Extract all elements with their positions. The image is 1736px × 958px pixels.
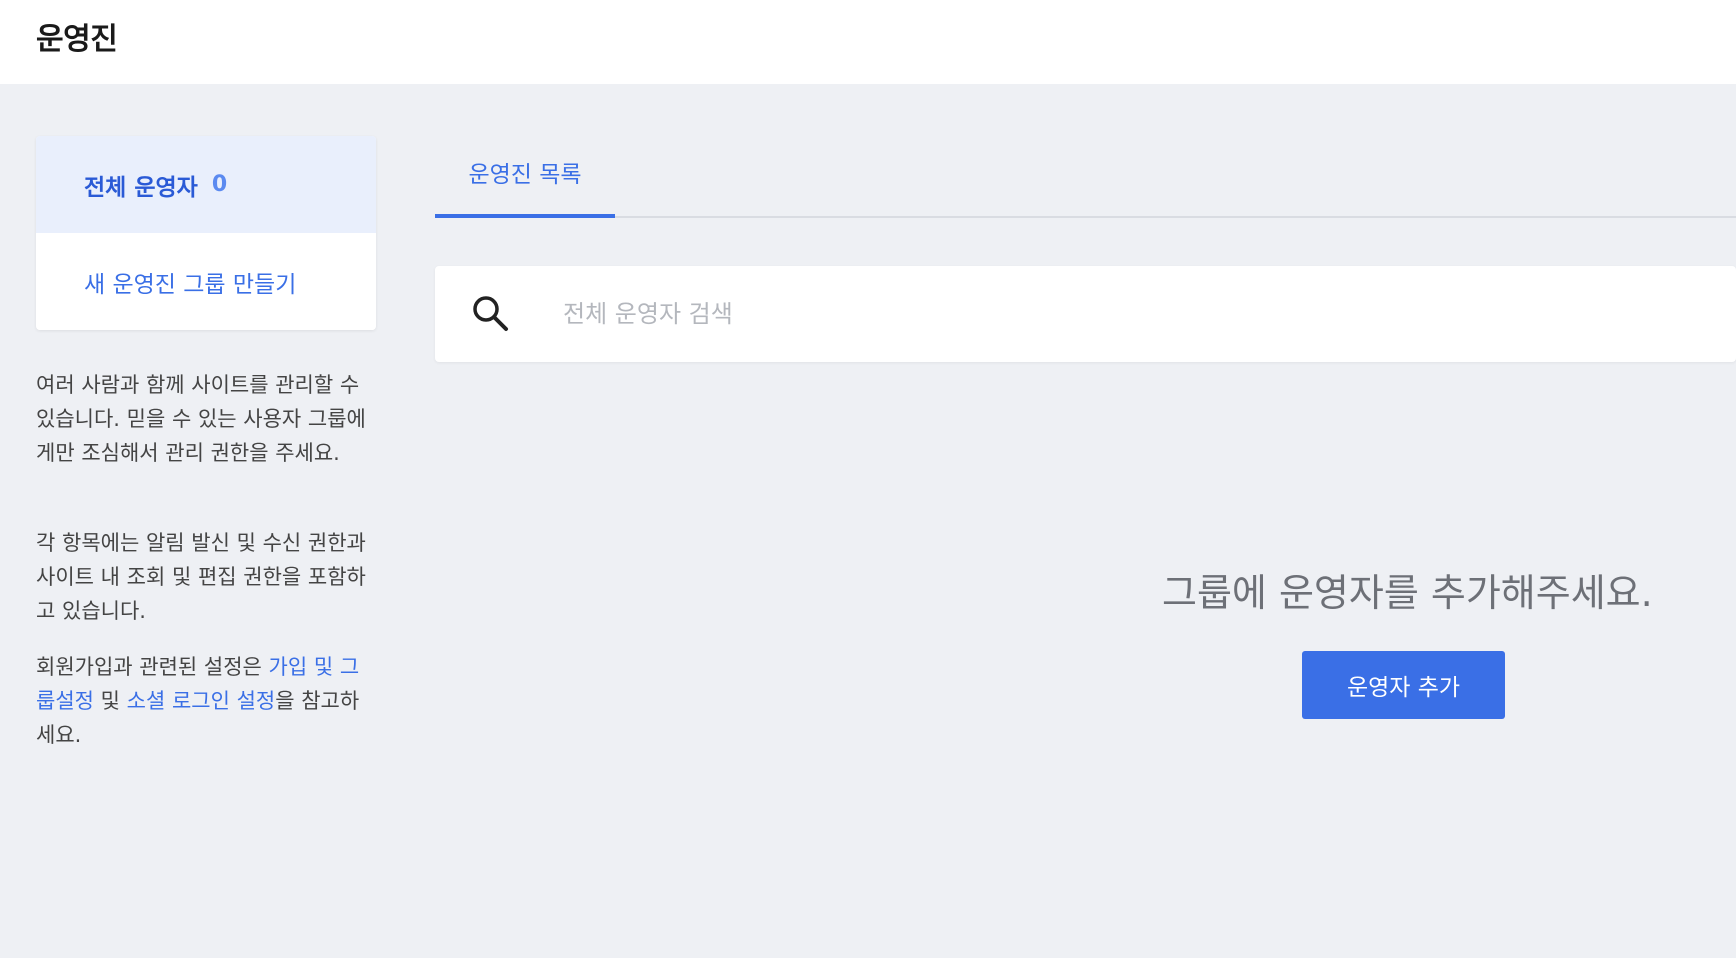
admin-count-badge: 0 <box>211 172 228 197</box>
description-text: 회원가입과 관련된 설정은 가입 및 그룹설정 및 소셜 로그인 설정을 참고하… <box>36 650 376 752</box>
search-icon[interactable] <box>469 292 513 336</box>
sidebar-item-label: 전체 운영자 <box>84 174 198 201</box>
description-middle: 및 <box>93 689 127 713</box>
description-paragraph-1: 여러 사람과 함께 사이트를 관리할 수 있습니다. 믿을 수 있는 사용자 그… <box>36 368 376 470</box>
description-text: 여러 사람과 함께 사이트를 관리할 수 있습니다. 믿을 수 있는 사용자 그… <box>36 373 366 465</box>
top-bar: 운영진 <box>0 0 1736 84</box>
create-group-label: 새 운영진 그룹 만들기 <box>84 271 297 298</box>
create-admin-group-button[interactable]: 새 운영진 그룹 만들기 <box>36 233 376 330</box>
search-input[interactable] <box>563 288 1663 340</box>
tab-bar: 운영진 목록 <box>435 130 1736 218</box>
tab-admin-list[interactable]: 운영진 목록 <box>435 130 615 218</box>
search-bar <box>435 266 1736 362</box>
description-paragraph-3: 회원가입과 관련된 설정은 가입 및 그룹설정 및 소셜 로그인 설정을 참고하… <box>36 650 376 752</box>
add-admin-button[interactable]: 운영자 추가 <box>1302 651 1505 719</box>
sidebar-item-all-admins[interactable]: 전체 운영자 0 <box>36 136 376 233</box>
social-login-settings-link[interactable]: 소셜 로그인 설정 <box>127 689 276 713</box>
sidebar-menu: 전체 운영자 0 새 운영진 그룹 만들기 <box>36 136 376 330</box>
description-paragraph-2: 각 항목에는 알림 발신 및 수신 권한과 사이트 내 조회 및 편집 권한을 … <box>36 526 376 628</box>
description-prefix: 회원가입과 관련된 설정은 <box>36 655 269 679</box>
empty-state-message: 그룹에 운영자를 추가해주세요. <box>1162 571 1653 615</box>
description-text: 각 항목에는 알림 발신 및 수신 권한과 사이트 내 조회 및 편집 권한을 … <box>36 531 366 623</box>
page-title: 운영진 <box>36 22 118 57</box>
